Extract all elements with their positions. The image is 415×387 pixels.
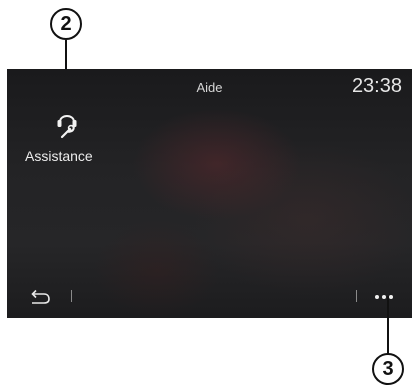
callout-3-number: 3 xyxy=(382,357,394,380)
bottom-bar xyxy=(7,276,412,318)
assistance-label: Assistance xyxy=(25,148,93,164)
callout-2: 2 xyxy=(50,8,82,40)
callout-3-leader-line xyxy=(387,296,389,354)
back-arrow-icon[interactable] xyxy=(27,288,53,306)
head-unit-screen: Aide 23:38 Assistance xyxy=(7,69,412,318)
clock: 23:38 xyxy=(351,75,402,97)
divider-left xyxy=(71,290,72,302)
divider-right xyxy=(356,290,357,302)
callout-3: 3 xyxy=(372,353,404,385)
headset-wrench-icon xyxy=(57,115,77,139)
callout-2-number: 2 xyxy=(60,12,72,35)
assistance-tile[interactable]: Assistance xyxy=(25,107,113,175)
more-dots-icon[interactable] xyxy=(372,287,396,305)
